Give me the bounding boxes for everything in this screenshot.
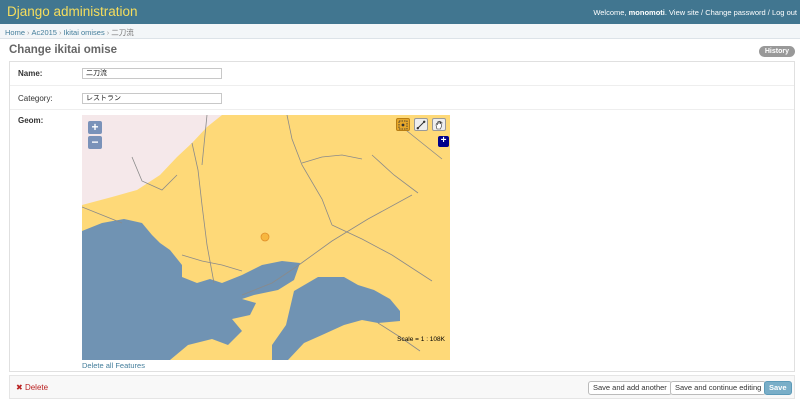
- category-label: Category:: [18, 94, 53, 103]
- separator: /: [767, 8, 770, 17]
- breadcrumb-model[interactable]: Ikitai omises: [63, 28, 104, 37]
- submit-row: ✖ Delete Save and add another Save and c…: [9, 375, 795, 399]
- header: Django administration Welcome, monomoti.…: [0, 0, 800, 24]
- welcome-text: Welcome,: [593, 8, 627, 17]
- form-row-name: Name: 二刀流: [10, 62, 794, 86]
- breadcrumb-home[interactable]: Home: [5, 28, 25, 37]
- page-title: Change ikitai omise: [9, 44, 118, 56]
- save-button[interactable]: Save: [764, 381, 792, 395]
- modify-feature-icon[interactable]: [414, 118, 428, 131]
- breadcrumb-app[interactable]: Ac2015: [32, 28, 57, 37]
- change-password-link[interactable]: Change password: [705, 8, 765, 17]
- delete-link[interactable]: ✖ Delete: [16, 383, 48, 392]
- delete-label: Delete: [24, 383, 49, 392]
- save-and-add-another-button[interactable]: Save and add another: [588, 381, 672, 395]
- username: monomoti: [628, 8, 665, 17]
- log-out-link[interactable]: Log out: [772, 8, 797, 17]
- map-scale: Scale = 1 : 108K: [397, 336, 445, 343]
- category-input[interactable]: レストラン: [82, 93, 222, 104]
- history-button[interactable]: History: [758, 46, 795, 57]
- name-label: Name:: [18, 69, 43, 78]
- draw-point-icon[interactable]: [396, 118, 410, 131]
- zoom-in-button[interactable]: +: [88, 121, 102, 134]
- geom-label: Geom:: [18, 116, 44, 125]
- user-tools: Welcome, monomoti. View site / Change pa…: [593, 8, 797, 17]
- view-site-link[interactable]: View site: [669, 8, 699, 17]
- map-point-marker: [260, 232, 270, 242]
- breadcrumb: Home › Ac2015 › Ikitai omises › 二刀流: [0, 24, 800, 39]
- zoom-out-button[interactable]: −: [88, 136, 102, 149]
- separator: /: [701, 8, 704, 17]
- name-input[interactable]: 二刀流: [82, 68, 222, 79]
- save-and-continue-button[interactable]: Save and continue editing: [670, 381, 767, 395]
- pan-hand-icon[interactable]: [432, 118, 446, 131]
- delete-icon: ✖: [16, 383, 23, 392]
- breadcrumb-current: 二刀流: [111, 28, 134, 37]
- form-row-category: Category: レストラン: [10, 86, 794, 110]
- layer-switcher-button[interactable]: +: [438, 136, 449, 147]
- delete-all-features-link[interactable]: Delete all Features: [82, 361, 145, 370]
- site-title[interactable]: Django administration: [7, 4, 138, 19]
- map-tiles[interactable]: [82, 115, 450, 360]
- form-fieldset: Name: 二刀流 Category: レストラン Geom: + − + Sc…: [9, 61, 795, 372]
- map-widget[interactable]: + − + Scale = 1 : 108K: [82, 115, 450, 360]
